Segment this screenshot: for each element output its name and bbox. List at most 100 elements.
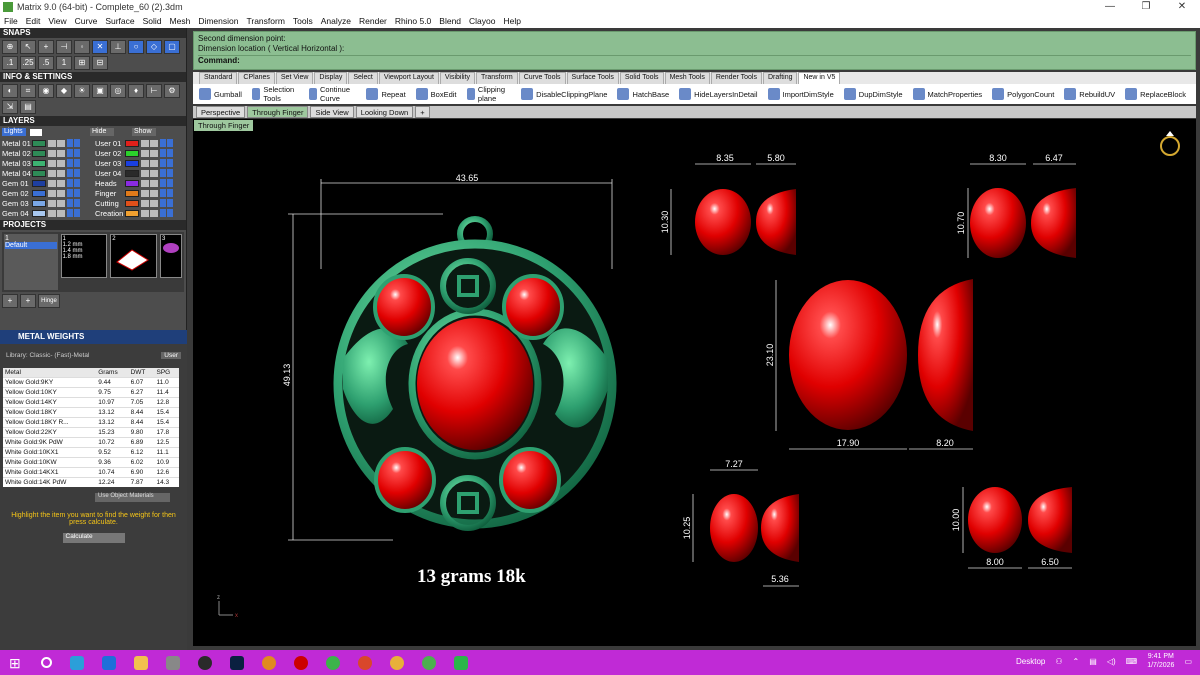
bulb-icon[interactable] [57,169,65,177]
menu-dimension[interactable]: Dimension [194,16,242,26]
edge-icon[interactable] [70,655,84,670]
layer-state-icon[interactable] [167,169,173,177]
layer-state-icon[interactable] [160,189,166,197]
tool-button[interactable]: HideLayersInDetail [679,88,758,100]
print-icon[interactable]: ▤ [20,100,36,114]
layer-name[interactable]: User 04 [95,169,125,178]
lock-icon[interactable] [48,169,56,177]
layer-state-icon[interactable] [167,179,173,187]
app-green-icon[interactable] [326,655,340,670]
layer-name[interactable]: Gem 04 [2,209,32,218]
layer-state-icon[interactable] [167,199,173,207]
layer-name[interactable]: User 01 [95,139,125,148]
show-button[interactable]: Show [132,128,156,136]
tool-button[interactable]: DisableClippingPlane [521,88,607,100]
layer-state-icon[interactable] [167,159,173,167]
layer-row[interactable]: User 01 [95,138,184,148]
layer-color-swatch[interactable] [32,159,46,167]
chrome-3-icon[interactable] [422,655,436,670]
layer-state-icon[interactable] [74,169,80,177]
export-icon[interactable]: ⇲ [2,100,18,114]
toolbar-tab[interactable]: Solid Tools [619,72,664,84]
layer-name[interactable]: Heads [95,179,125,188]
layer-row[interactable]: Heads [95,178,184,188]
record-icon[interactable] [294,655,308,670]
snap-point-icon[interactable]: + [38,40,54,54]
toolbar-tab[interactable]: Viewport Layout [378,72,439,84]
layer-color-swatch[interactable] [125,209,139,217]
snap-cen-icon[interactable]: ◦ [74,40,90,54]
people-icon[interactable]: ⚇ [1055,657,1062,666]
table-row[interactable]: White Gold:14KX1 10.74 6.90 12.6 [3,467,179,478]
menu-edit[interactable]: Edit [22,16,45,26]
toolbar-tab[interactable]: New in V5 [798,72,841,84]
user-library-button[interactable]: User [161,351,181,359]
tool-button[interactable]: ImportDimStyle [767,88,834,100]
layer-row[interactable]: Gem 02 [2,188,91,198]
viewport-tab[interactable]: + [415,106,430,118]
toolbar-tab[interactable]: Visibility [439,72,476,84]
material-icon[interactable]: ◆ [56,84,72,98]
light-icon[interactable]: ☀ [74,84,90,98]
viewport-tab[interactable]: Side View [310,106,354,118]
table-row[interactable]: Yellow Gold:22KY 15.23 9.80 17.8 [3,427,179,438]
toolbar-tab[interactable]: Drafting [762,72,798,84]
hide-button[interactable]: Hide [90,128,114,136]
viewport[interactable]: Through Finger 43.65 49.13 8.35 5.80 10.… [193,119,1196,646]
layer-row[interactable]: Metal 03 [2,158,91,168]
layer-state-icon[interactable] [160,199,166,207]
project-thumb-1[interactable]: 1 1.2 mm 1.4 mm 1.8 mm [60,234,108,278]
lights-layer[interactable]: Lights [2,128,26,136]
menu-tools[interactable]: Tools [289,16,317,26]
layer-row[interactable]: User 04 [95,168,184,178]
tool-button[interactable]: HatchBase [617,88,669,100]
lock-icon[interactable] [48,209,56,217]
mail-icon[interactable] [102,655,116,670]
snap-end-icon[interactable]: ⊕ [2,40,18,54]
menu-solid[interactable]: Solid [139,16,166,26]
lights-swatch[interactable] [30,129,42,136]
planar-icon[interactable]: ⊟ [92,56,108,70]
layer-state-icon[interactable] [160,179,166,187]
snap-perp-icon[interactable]: ⊥ [110,40,126,54]
command-prompt[interactable]: Command: [198,55,1191,66]
layer-state-icon[interactable] [67,179,73,187]
toolbar-tab[interactable]: Surface Tools [566,72,619,84]
table-row[interactable]: Yellow Gold:14KY 10.97 7.05 12.8 [3,397,179,408]
matrix-app-icon[interactable] [454,655,468,670]
menu-analyze[interactable]: Analyze [317,16,355,26]
layer-state-icon[interactable] [74,209,80,217]
tray-chevron-icon[interactable]: ⌃ [1073,657,1080,666]
tool-button[interactable]: MatchProperties [912,88,982,100]
grid-10-icon[interactable]: 1 [56,56,72,70]
lock-icon[interactable] [141,209,149,217]
lock-icon[interactable] [141,199,149,207]
lock-icon[interactable] [48,139,56,147]
layer-state-icon[interactable] [74,199,80,207]
use-object-materials-button[interactable]: Use Object Materials [95,493,170,502]
tool-button[interactable]: Continue Curve [308,85,357,103]
bulb-icon[interactable] [57,189,65,197]
snap-mid-icon[interactable]: ⊣ [56,40,72,54]
bulb-icon[interactable] [57,199,65,207]
menu-curve[interactable]: Curve [71,16,102,26]
table-row[interactable]: White Gold:9K PdW 10.72 6.89 12.5 [3,437,179,448]
add-item-button[interactable]: + [20,294,36,308]
layer-name[interactable]: User 02 [95,149,125,158]
tool-button[interactable]: DupDimStyle [843,88,903,100]
layer-color-swatch[interactable] [32,169,46,177]
ring-indicator-icon[interactable] [1160,131,1180,156]
layer-state-icon[interactable] [67,199,73,207]
clock[interactable]: 9:41 PM 1/7/2026 [1147,652,1174,670]
layer-state-icon[interactable] [74,139,80,147]
bulb-icon[interactable] [150,169,158,177]
layer-color-swatch[interactable] [125,189,139,197]
layer-row[interactable]: Metal 01 [2,138,91,148]
layer-state-icon[interactable] [160,159,166,167]
layer-color-swatch[interactable] [32,149,46,157]
layer-color-swatch[interactable] [125,159,139,167]
layer-color-swatch[interactable] [32,139,46,147]
layer-color-swatch[interactable] [125,139,139,147]
ring-icon[interactable]: ◎ [110,84,126,98]
render-icon[interactable]: ◉ [38,84,54,98]
